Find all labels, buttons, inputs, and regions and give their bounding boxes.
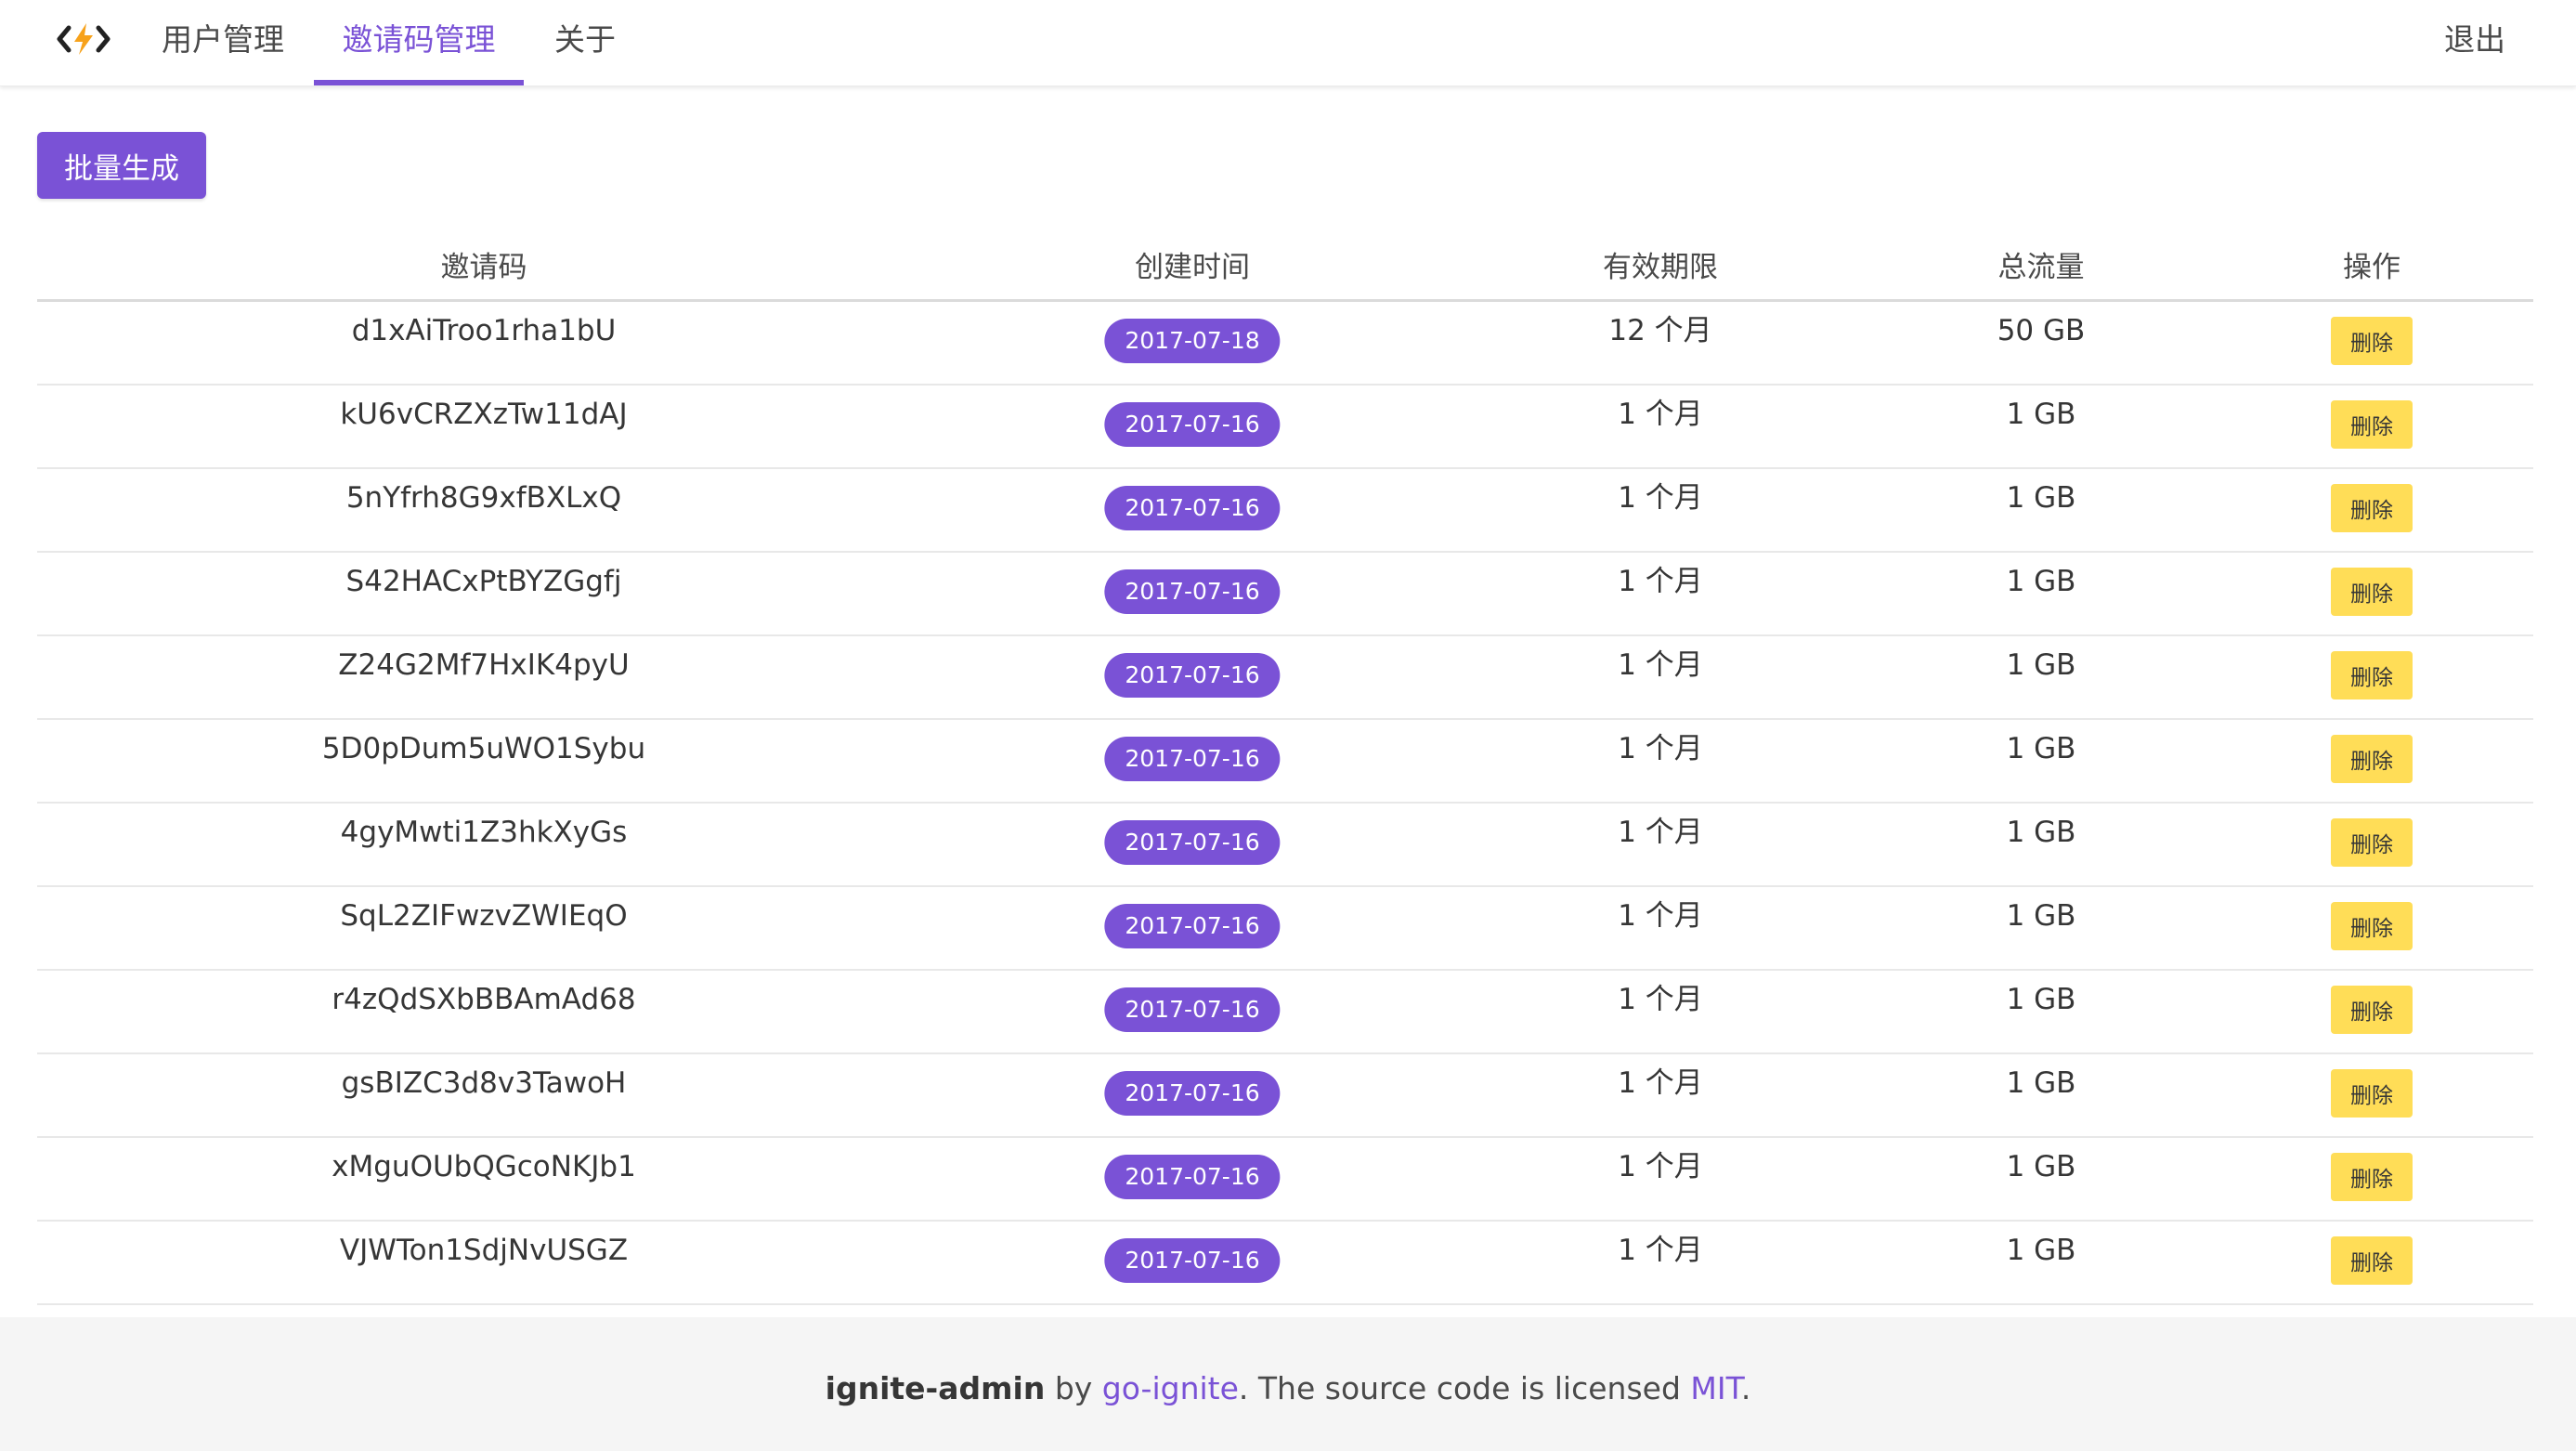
validity-cell: 1 个月 [1618, 983, 1703, 1016]
table-row: 5D0pDum5uWO1Sybu 2017-07-16 1 个月 1 GB 删除 [37, 720, 2533, 804]
created-date-badge: 2017-07-16 [1104, 1071, 1281, 1116]
table-row: S42HACxPtBYZGgfj 2017-07-16 1 个月 1 GB 删除 [37, 553, 2533, 636]
validity-cell: 1 个月 [1618, 1066, 1703, 1100]
table-row: VJWTon1SdjNvUSGZ 2017-07-16 1 个月 1 GB 删除 [37, 1222, 2533, 1305]
footer-end: . [1740, 1370, 1751, 1406]
validity-cell: 1 个月 [1618, 565, 1703, 598]
header-total-traffic: 总流量 [1997, 251, 2085, 284]
footer-project-name: ignite-admin [825, 1370, 1046, 1406]
traffic-cell: 1 GB [2006, 899, 2076, 933]
invite-code-cell: 4gyMwti1Z3hkXyGs [340, 816, 628, 849]
created-date-badge: 2017-07-16 [1104, 820, 1281, 865]
invite-code-cell: kU6vCRZXzTw11dAJ [340, 398, 628, 431]
validity-cell: 1 个月 [1618, 648, 1703, 682]
invite-code-cell: S42HACxPtBYZGgfj [345, 565, 622, 598]
delete-button[interactable]: 删除 [2331, 1153, 2413, 1201]
invite-code-cell: 5nYfrh8G9xfBXLxQ [345, 481, 622, 515]
code-bolt-icon[interactable] [56, 19, 111, 59]
created-date-badge: 2017-07-16 [1104, 653, 1281, 698]
traffic-cell: 1 GB [2006, 816, 2076, 849]
invite-code-cell: Z24G2Mf7HxIK4pyU [338, 648, 630, 682]
footer-license-link[interactable]: MIT [1690, 1370, 1740, 1406]
created-date-badge: 2017-07-16 [1104, 486, 1281, 530]
created-date-badge: 2017-07-16 [1104, 904, 1281, 948]
created-date-badge: 2017-07-16 [1104, 569, 1281, 614]
traffic-cell: 1 GB [2006, 1066, 2076, 1100]
header-created-time: 创建时间 [1135, 251, 1250, 284]
table-row: d1xAiTroo1rha1bU 2017-07-18 12 个月 50 GB 删除 [37, 302, 2533, 386]
validity-cell: 1 个月 [1618, 732, 1703, 765]
traffic-cell: 1 GB [2006, 481, 2076, 515]
delete-button[interactable]: 删除 [2331, 1236, 2413, 1285]
table-body: d1xAiTroo1rha1bU 2017-07-18 12 个月 50 GB 删除 kU… [37, 302, 2533, 1305]
validity-cell: 1 个月 [1618, 899, 1703, 933]
invite-code-cell: d1xAiTroo1rha1bU [351, 314, 617, 347]
delete-button[interactable]: 删除 [2331, 818, 2413, 867]
traffic-cell: 1 GB [2006, 565, 2076, 598]
traffic-cell: 1 GB [2006, 1150, 2076, 1183]
footer-by: by [1045, 1370, 1102, 1406]
validity-cell: 1 个月 [1618, 816, 1703, 849]
table-row: gsBIZC3d8v3TawoH 2017-07-16 1 个月 1 GB 删除 [37, 1054, 2533, 1138]
invite-code-cell: SqL2ZIFwzvZWIEqO [340, 899, 628, 933]
header-validity: 有效期限 [1603, 251, 1718, 284]
traffic-cell: 1 GB [2006, 648, 2076, 682]
delete-button[interactable]: 删除 [2331, 568, 2413, 616]
invite-code-cell: gsBIZC3d8v3TawoH [341, 1066, 627, 1100]
tab-about[interactable]: 关于 [537, 0, 633, 85]
tab-user-management[interactable]: 用户管理 [145, 0, 301, 85]
traffic-cell: 1 GB [2006, 398, 2076, 431]
created-date-badge: 2017-07-16 [1104, 987, 1281, 1032]
header-invite-code: 邀请码 [440, 251, 527, 284]
delete-button[interactable]: 删除 [2331, 1069, 2413, 1118]
validity-cell: 1 个月 [1618, 398, 1703, 431]
table-row: 4gyMwti1Z3hkXyGs 2017-07-16 1 个月 1 GB 删除 [37, 804, 2533, 887]
delete-button[interactable]: 删除 [2331, 484, 2413, 532]
table-row: r4zQdSXbBBAmAd68 2017-07-16 1 个月 1 GB 删除 [37, 971, 2533, 1054]
logout-link[interactable]: 退出 [2444, 0, 2505, 85]
header-actions: 操作 [2343, 251, 2400, 284]
traffic-cell: 1 GB [2006, 1234, 2076, 1267]
batch-generate-button[interactable]: 批量生成 [37, 132, 206, 199]
validity-cell: 1 个月 [1618, 481, 1703, 515]
invite-code-cell: 5D0pDum5uWO1Sybu [321, 732, 646, 765]
footer: ignite-admin by go-ignite. The source co… [0, 1317, 2576, 1451]
tab-invite-code-management[interactable]: 邀请码管理 [314, 0, 524, 85]
validity-cell: 1 个月 [1618, 1150, 1703, 1183]
delete-button[interactable]: 删除 [2331, 735, 2413, 783]
created-date-badge: 2017-07-18 [1104, 319, 1281, 363]
delete-button[interactable]: 删除 [2331, 986, 2413, 1034]
delete-button[interactable]: 删除 [2331, 651, 2413, 699]
created-date-badge: 2017-07-16 [1104, 1238, 1281, 1283]
validity-cell: 12 个月 [1608, 314, 1712, 347]
created-date-badge: 2017-07-16 [1104, 402, 1281, 447]
footer-license-text: . The source code is licensed [1238, 1370, 1691, 1406]
table-row: SqL2ZIFwzvZWIEqO 2017-07-16 1 个月 1 GB 删除 [37, 887, 2533, 971]
footer-author-link[interactable]: go-ignite [1102, 1370, 1239, 1406]
invite-code-cell: r4zQdSXbBBAmAd68 [332, 983, 636, 1016]
invite-code-cell: xMguOUbQGcoNKJb1 [332, 1150, 636, 1183]
delete-button[interactable]: 删除 [2331, 317, 2413, 365]
delete-button[interactable]: 删除 [2331, 902, 2413, 950]
top-navbar: 用户管理 邀请码管理 关于 退出 [0, 0, 2576, 86]
footer-text: ignite-admin by go-ignite. The source co… [0, 1356, 2576, 1421]
created-date-badge: 2017-07-16 [1104, 1155, 1281, 1199]
table-row: kU6vCRZXzTw11dAJ 2017-07-16 1 个月 1 GB 删除 [37, 386, 2533, 469]
table-row: 5nYfrh8G9xfBXLxQ 2017-07-16 1 个月 1 GB 删除 [37, 469, 2533, 553]
invite-code-cell: VJWTon1SdjNvUSGZ [339, 1234, 629, 1267]
traffic-cell: 1 GB [2006, 732, 2076, 765]
traffic-cell: 1 GB [2006, 983, 2076, 1016]
created-date-badge: 2017-07-16 [1104, 737, 1281, 781]
validity-cell: 1 个月 [1618, 1234, 1703, 1267]
table-header: 邀请码 创建时间 有效期限 总流量 操作 [37, 234, 2533, 302]
delete-button[interactable]: 删除 [2331, 400, 2413, 449]
table-row: xMguOUbQGcoNKJb1 2017-07-16 1 个月 1 GB 删除 [37, 1138, 2533, 1222]
invite-code-table: 邀请码 创建时间 有效期限 总流量 操作 d1xAiTroo1rha1bU 201… [37, 234, 2533, 1305]
traffic-cell: 50 GB [1997, 314, 2086, 347]
table-row: Z24G2Mf7HxIK4pyU 2017-07-16 1 个月 1 GB 删除 [37, 636, 2533, 720]
